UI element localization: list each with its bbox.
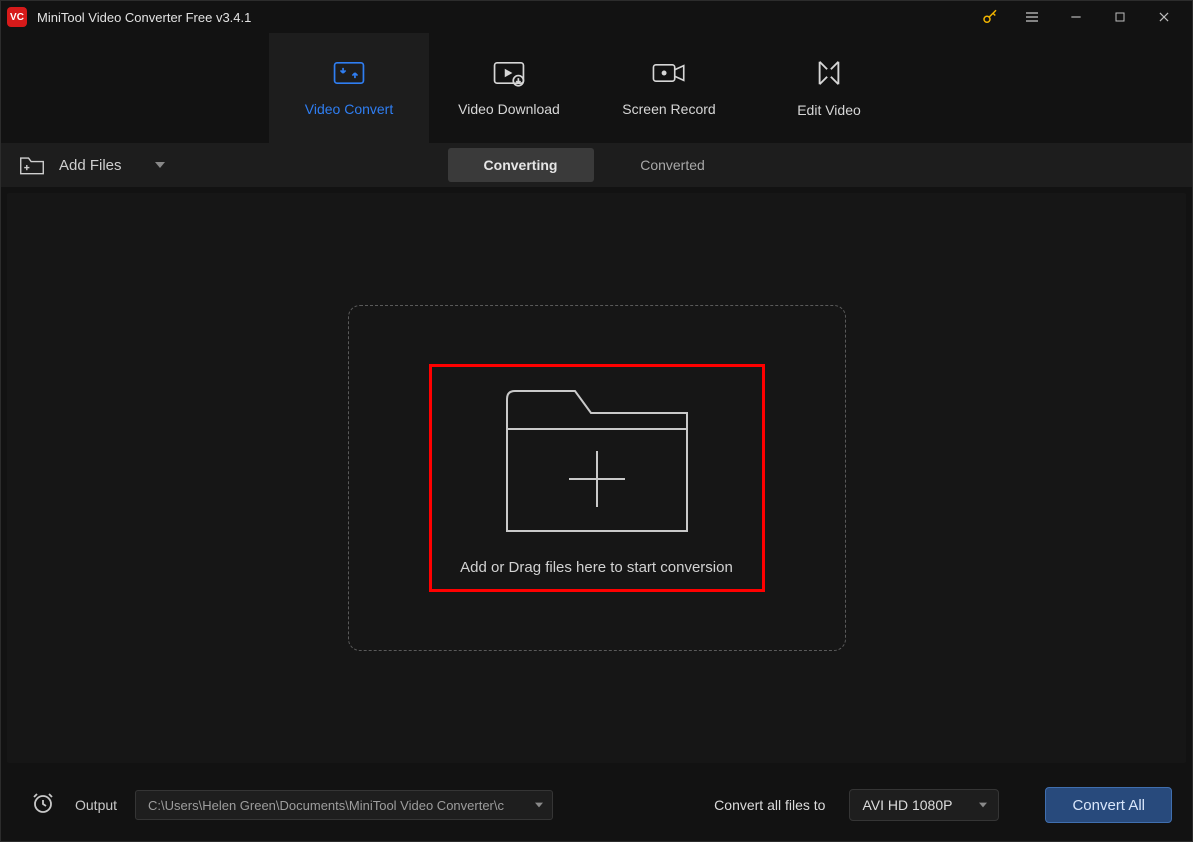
folder-plus-icon [503, 381, 691, 535]
schedule-button[interactable] [31, 791, 55, 820]
bottom-bar: Output C:\Users\Helen Green\Documents\Mi… [1, 769, 1192, 841]
chevron-down-icon [154, 160, 166, 170]
output-format-dropdown[interactable]: AVI HD 1080P [849, 789, 999, 821]
close-icon [1157, 10, 1171, 24]
format-value: AVI HD 1080P [862, 797, 952, 813]
record-icon [651, 59, 687, 87]
tab-converting-label: Converting [484, 157, 558, 173]
edit-icon [814, 58, 844, 88]
output-label: Output [75, 797, 117, 813]
maximize-button[interactable] [1098, 2, 1142, 32]
tab-video-convert[interactable]: Video Convert [269, 33, 429, 143]
maximize-icon [1114, 11, 1126, 23]
hamburger-menu-button[interactable] [1010, 2, 1054, 32]
convert-all-label: Convert all files to [714, 797, 825, 813]
output-path-text: C:\Users\Helen Green\Documents\MiniTool … [148, 798, 526, 813]
minimize-icon [1069, 10, 1083, 24]
add-files-button[interactable]: Add Files [19, 154, 166, 176]
convert-icon [332, 59, 366, 87]
tab-edit-video[interactable]: Edit Video [749, 33, 909, 143]
chevron-down-icon [534, 801, 544, 809]
tab-converting[interactable]: Converting [448, 148, 594, 182]
app-title: MiniTool Video Converter Free v3.4.1 [37, 10, 251, 25]
tab-label: Video Convert [305, 101, 393, 117]
convert-all-button[interactable]: Convert All [1045, 787, 1172, 823]
drop-zone-text: Add or Drag files here to start conversi… [460, 559, 733, 576]
tab-label: Edit Video [797, 102, 861, 118]
close-button[interactable] [1142, 2, 1186, 32]
tab-converted[interactable]: Converted [600, 148, 746, 182]
main-tabs: Video Convert Video Download Screen Reco… [1, 33, 1192, 143]
tab-label: Video Download [458, 101, 560, 117]
app-logo: VC [7, 7, 27, 27]
key-icon [981, 8, 999, 26]
clock-icon [31, 791, 55, 815]
chevron-down-icon [978, 801, 988, 809]
tab-label: Screen Record [622, 101, 715, 117]
convert-all-button-label: Convert All [1072, 797, 1145, 814]
drop-zone-outer: Add or Drag files here to start conversi… [348, 305, 846, 651]
app-window: VC MiniTool Video Converter Free v3.4.1 [0, 0, 1193, 842]
main-panel: Add or Drag files here to start conversi… [7, 193, 1186, 763]
tab-converted-label: Converted [640, 157, 705, 173]
add-files-icon [19, 154, 45, 176]
minimize-button[interactable] [1054, 2, 1098, 32]
title-bar: VC MiniTool Video Converter Free v3.4.1 [1, 1, 1192, 33]
download-icon [492, 59, 526, 87]
tab-video-download[interactable]: Video Download [429, 33, 589, 143]
sub-toolbar: Add Files Converting Converted [1, 143, 1192, 187]
tab-screen-record[interactable]: Screen Record [589, 33, 749, 143]
drop-zone[interactable]: Add or Drag files here to start conversi… [429, 364, 765, 592]
output-path-dropdown[interactable]: C:\Users\Helen Green\Documents\MiniTool … [135, 790, 553, 820]
add-files-label: Add Files [59, 157, 122, 174]
upgrade-key-button[interactable] [970, 2, 1010, 32]
hamburger-icon [1024, 9, 1040, 25]
